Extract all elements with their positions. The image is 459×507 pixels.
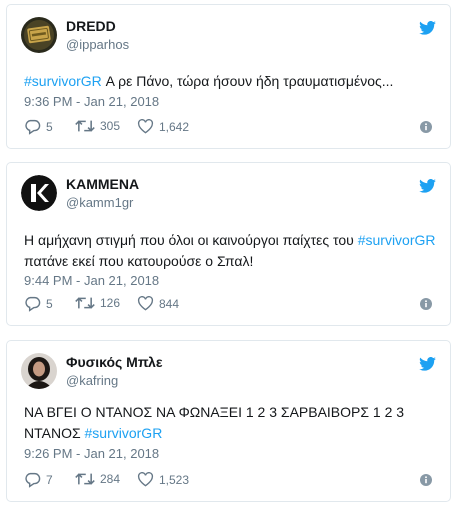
- reply-icon: [25, 119, 41, 135]
- reply-count: 5: [46, 120, 53, 134]
- tweet-card[interactable]: ΚΑΜΜΕΝΑ @kamm1gr Η αμήχανη στιγμή που όλ…: [6, 162, 451, 326]
- user-handle[interactable]: @kamm1gr: [66, 195, 133, 210]
- reply-button[interactable]: 7: [24, 472, 53, 488]
- user-handle[interactable]: @kafring: [66, 373, 118, 388]
- reply-count: 5: [46, 297, 53, 311]
- reply-button[interactable]: 5: [24, 296, 53, 312]
- display-name[interactable]: ΚΑΜΜΕΝΑ: [66, 176, 139, 192]
- heart-icon: [137, 119, 154, 134]
- display-name[interactable]: Φυσικός Μπλε: [66, 354, 162, 370]
- reply-icon: [25, 472, 41, 488]
- tweet-actions: 7 284 1,523: [24, 472, 436, 490]
- tweet-actions: 5 126 844: [24, 296, 436, 314]
- retweet-count: 305: [100, 119, 121, 133]
- retweet-icon: [75, 473, 95, 485]
- retweet-count: 284: [100, 472, 121, 486]
- display-name[interactable]: DREDD: [66, 18, 116, 34]
- tweet-text-body: Α ρε Πάνο, τώρα ήσουν ήδη τραυματισμένος…: [101, 73, 394, 89]
- tweet-text-body: Η αμήχανη στιγμή που όλοι οι καινούργοι …: [24, 232, 358, 248]
- tweet-actions: 5 305 1,642: [24, 119, 436, 137]
- twitter-bird-icon[interactable]: [419, 21, 436, 35]
- tweet-text: Η αμήχανη στιγμή που όλοι οι καινούργοι …: [24, 230, 436, 272]
- like-button[interactable]: 844: [137, 296, 179, 311]
- tweet-text-body: πατάνε εκεί που κατουρούσε ο Σπαλ!: [24, 253, 254, 269]
- info-icon[interactable]: [420, 121, 432, 133]
- retweet-button[interactable]: 284: [75, 472, 120, 486]
- reply-count: 7: [46, 473, 53, 487]
- like-count: 1,642: [159, 119, 190, 134]
- tweet-text: #survivorGR Α ρε Πάνο, τώρα ήσουν ήδη τρ…: [24, 71, 436, 92]
- tweet-card[interactable]: Φυσικός Μπλε @kafring ΝΑ ΒΓΕΙ Ο ΝΤΑΝΟΣ Ν…: [6, 340, 451, 502]
- hashtag-link[interactable]: #survivorGR: [24, 73, 102, 89]
- retweet-count: 126: [100, 296, 121, 310]
- twitter-bird-icon[interactable]: [419, 357, 436, 371]
- like-button[interactable]: 1,642: [137, 119, 189, 134]
- reply-button[interactable]: 5: [24, 119, 53, 135]
- heart-icon: [137, 472, 154, 487]
- retweet-icon: [75, 120, 95, 132]
- tweet-timestamp[interactable]: 9:44 PM - Jan 21, 2018: [24, 273, 159, 288]
- hashtag-link[interactable]: #survivorGR: [358, 232, 436, 248]
- retweet-icon: [75, 297, 95, 309]
- info-icon[interactable]: [420, 298, 432, 310]
- user-handle[interactable]: @ipparhos: [66, 37, 129, 52]
- tweet-timestamp[interactable]: 9:26 PM - Jan 21, 2018: [24, 446, 159, 461]
- tweet-text-body: ΝΑ ΒΓΕΙ Ο ΝΤΑΝΟΣ ΝΑ ΦΩΝΑΞΕΙ 1 2 3 ΣΑΡΒΑΙ…: [24, 404, 405, 441]
- info-icon[interactable]: [420, 474, 432, 486]
- reply-icon: [25, 296, 41, 312]
- like-count: 1,523: [159, 472, 190, 487]
- hashtag-link[interactable]: #survivorGR: [85, 425, 163, 441]
- like-button[interactable]: 1,523: [137, 472, 189, 487]
- avatar[interactable]: [21, 175, 57, 211]
- retweet-button[interactable]: 126: [75, 296, 120, 310]
- tweet-card[interactable]: DREDD @ipparhos #survivorGR Α ρε Πάνο, τ…: [6, 4, 451, 149]
- tweet-text: ΝΑ ΒΓΕΙ Ο ΝΤΑΝΟΣ ΝΑ ΦΩΝΑΞΕΙ 1 2 3 ΣΑΡΒΑΙ…: [24, 402, 436, 444]
- avatar[interactable]: [21, 17, 57, 53]
- avatar[interactable]: [21, 353, 57, 389]
- heart-icon: [137, 296, 154, 311]
- like-count: 844: [159, 296, 180, 311]
- retweet-button[interactable]: 305: [75, 119, 120, 133]
- twitter-bird-icon[interactable]: [419, 179, 436, 193]
- tweet-timestamp[interactable]: 9:36 PM - Jan 21, 2018: [24, 94, 159, 109]
